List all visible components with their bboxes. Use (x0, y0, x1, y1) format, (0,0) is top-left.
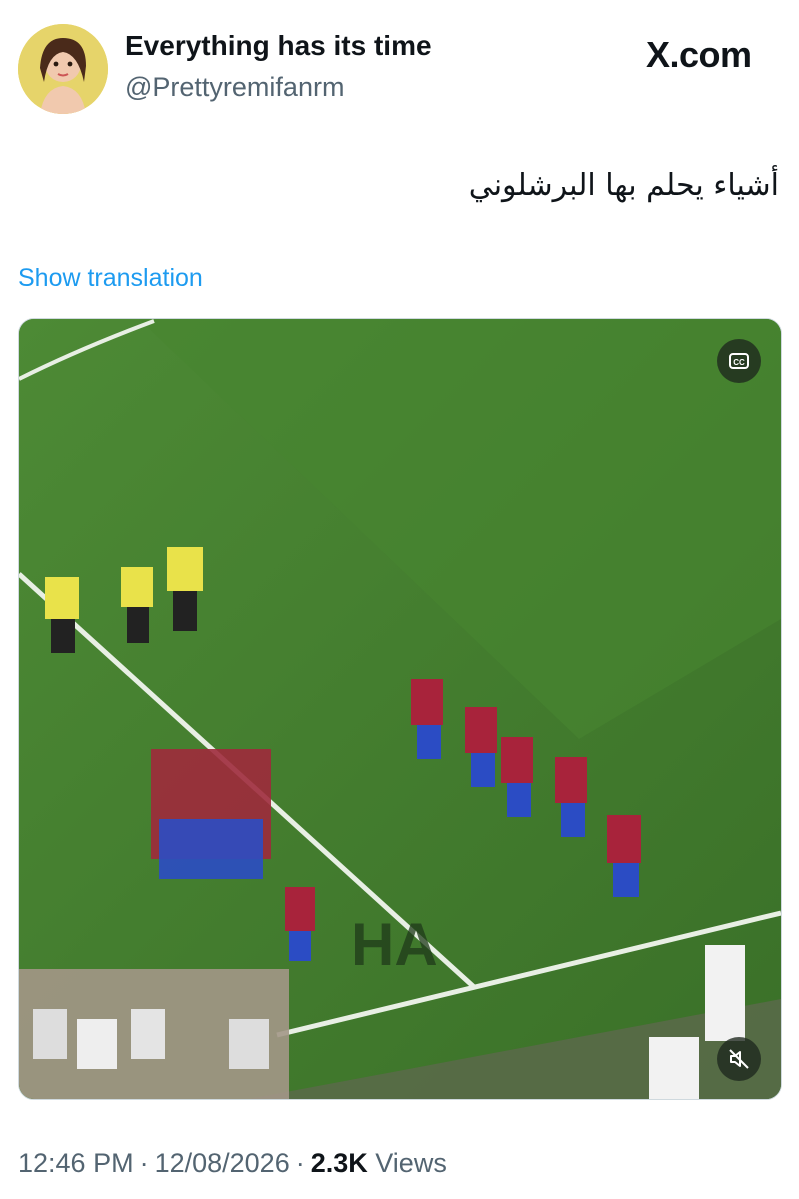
separator: · (139, 1148, 149, 1178)
separator: · (295, 1148, 305, 1178)
avatar[interactable] (18, 24, 108, 114)
tweet-meta: 12:46 PM · 12/08/2026 · 2.3K Views (18, 1148, 447, 1179)
closed-captions-icon: CC (729, 353, 749, 369)
closed-captions-button[interactable]: CC (717, 339, 761, 383)
tweet-time[interactable]: 12:46 PM (18, 1148, 134, 1178)
user-handle[interactable]: @Prettyremifanrm (125, 72, 344, 103)
svg-text:CC: CC (733, 358, 745, 367)
brand-logo: X.com (646, 34, 752, 75)
tweet-text: أشياء يحلم بها البرشلوني (468, 168, 779, 203)
display-name[interactable]: Everything has its time (125, 30, 432, 62)
show-translation-link[interactable]: Show translation (18, 264, 203, 293)
mute-button[interactable] (717, 1037, 761, 1081)
speaker-muted-icon (729, 1049, 749, 1069)
video-watermark: HA (351, 911, 438, 978)
video-player[interactable]: HA CC (18, 318, 782, 1100)
views-label: Views (375, 1148, 447, 1178)
tweet-date[interactable]: 12/08/2026 (155, 1148, 290, 1178)
views-count[interactable]: 2.3K (311, 1148, 368, 1178)
camera-photographers (19, 969, 289, 1099)
video-frame: HA (19, 319, 781, 1099)
avatar-image (18, 24, 108, 114)
svg-text:HA: HA (351, 911, 438, 978)
